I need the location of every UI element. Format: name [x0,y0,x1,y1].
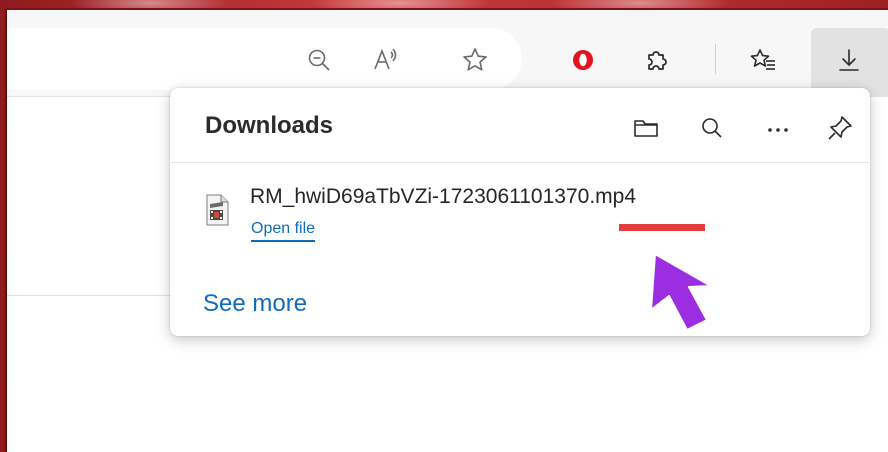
browser-window: Downloads RM_hwiD69aTbVZi-1723061101370.… [5,8,888,452]
pointer-arrow-icon [625,242,725,342]
panel-divider [170,162,870,163]
opera-extension-icon[interactable] [563,40,603,80]
favorites-list-icon[interactable] [743,40,783,80]
address-bar[interactable] [7,28,522,90]
see-more-link[interactable]: See more [203,290,307,318]
more-icon[interactable] [760,112,796,144]
video-file-icon [204,194,230,226]
extension-highlight-underline [619,224,705,231]
download-icon[interactable] [829,40,869,80]
open-folder-icon[interactable] [628,112,664,144]
download-file-name: RM_hwiD69aTbVZi-1723061101370.mp4 [250,185,637,208]
page-divider [7,295,177,296]
pin-icon[interactable] [822,112,858,144]
downloads-title: Downloads [205,112,334,139]
read-aloud-icon[interactable] [365,40,405,80]
extensions-puzzle-icon[interactable] [637,40,677,80]
browser-toolbar [7,10,888,97]
open-file-link[interactable]: Open file [251,220,316,242]
favorite-star-icon[interactable] [455,40,495,80]
zoom-out-icon[interactable] [299,40,339,80]
downloads-panel: Downloads RM_hwiD69aTbVZi-1723061101370.… [170,88,870,336]
search-icon[interactable] [694,112,730,144]
toolbar-divider [715,44,716,74]
